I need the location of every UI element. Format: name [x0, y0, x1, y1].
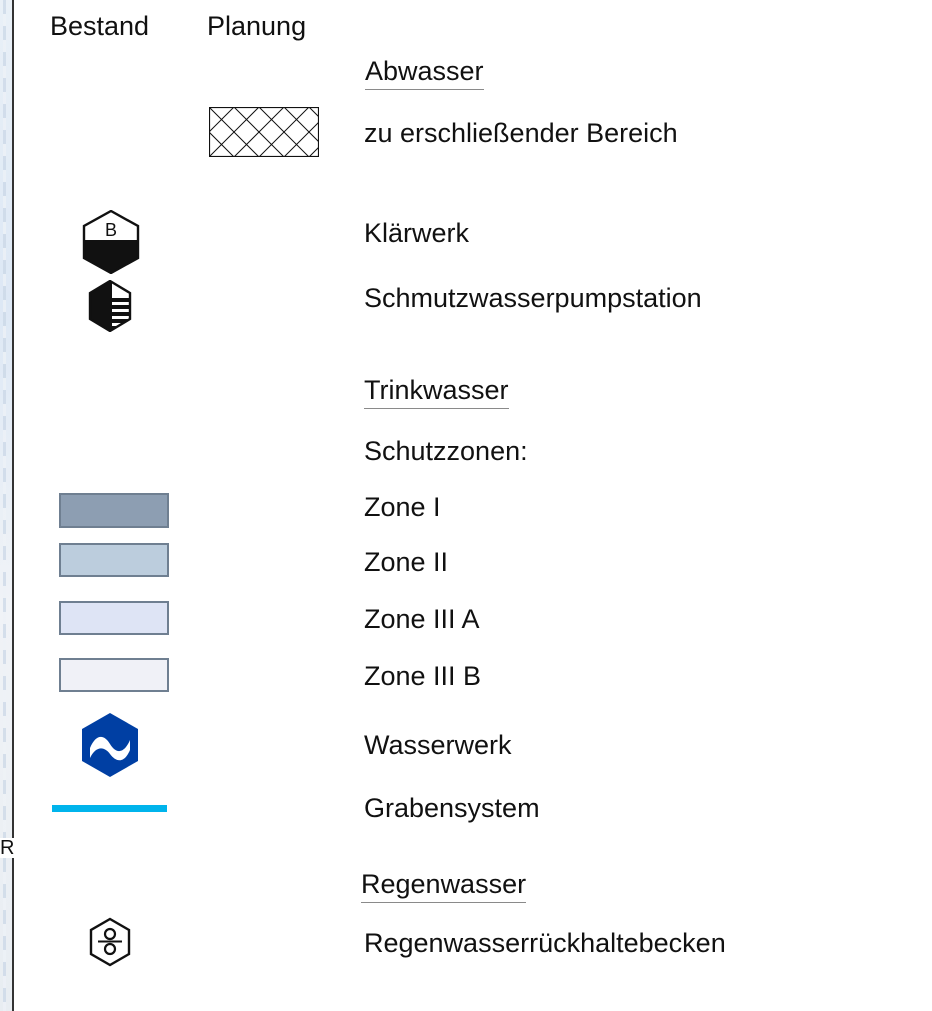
legend-label-pumpstation: Schmutzwasserpumpstation: [364, 283, 702, 313]
klaerwerk-symbol-letter: B: [105, 220, 117, 240]
legend-label-grabensystem: Grabensystem: [364, 793, 540, 823]
section-title-regenwasser: Regenwasser: [361, 868, 527, 903]
column-header-existing: Bestand: [50, 11, 150, 41]
legend-label-wasserwerk: Wasserwerk: [364, 730, 512, 760]
map-edge-letter: R: [0, 837, 15, 859]
legend-border: [12, 0, 14, 1011]
hexagon-b-icon: B: [82, 210, 140, 274]
legend-label-regenwasserrueckhaltebecken: Regenwasserrückhaltebecken: [364, 928, 726, 958]
legend-label-klaerwerk: Klärwerk: [364, 218, 470, 248]
ditch-line-icon: [52, 805, 167, 812]
column-header-planned: Planung: [207, 11, 307, 41]
legend-label-erschliessung: zu erschließender Bereich: [364, 118, 678, 148]
legend-label-zone-2: Zone II: [364, 547, 449, 577]
waterworks-icon: [82, 713, 138, 777]
zone-2-swatch: [59, 543, 169, 577]
retention-basin-icon: [89, 917, 131, 967]
legend-label-zone-3a: Zone III A: [364, 604, 480, 634]
crosshatch-area-icon: [209, 107, 319, 157]
map-edge-strip: [0, 0, 12, 1011]
zone-1-swatch: [59, 493, 169, 528]
pump-station-icon: [88, 280, 132, 332]
section-title-trinkwasser: Trinkwasser: [364, 374, 509, 409]
legend-label-zone-1: Zone I: [364, 492, 441, 522]
section-title-abwasser: Abwasser: [365, 55, 484, 90]
schutzzonen-heading: Schutzzonen:: [364, 436, 528, 466]
zone-3a-swatch: [59, 601, 169, 635]
legend-label-zone-3b: Zone III B: [364, 661, 482, 691]
zone-3b-swatch: [59, 658, 169, 692]
